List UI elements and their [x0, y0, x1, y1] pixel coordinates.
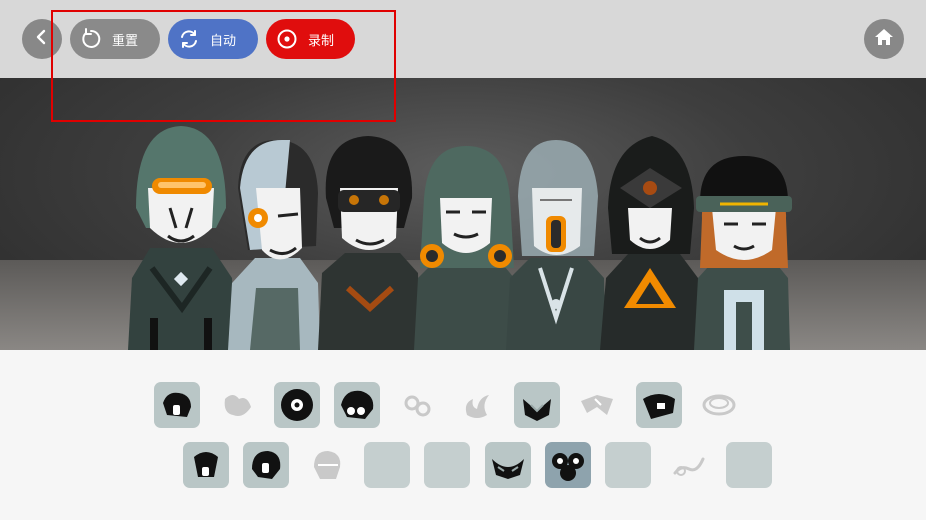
back-button[interactable]: [22, 19, 62, 59]
character-glass-helmet-singer[interactable]: [506, 140, 606, 350]
rings-sound-icon: [404, 395, 431, 417]
sound-slot-12[interactable]: [243, 442, 289, 488]
character-stage: [0, 78, 926, 350]
claw-sound-icon: [465, 395, 489, 418]
sound-slot-3[interactable]: [274, 382, 320, 428]
sound-slot-11[interactable]: [183, 442, 229, 488]
sound-slot-4[interactable]: [334, 382, 380, 428]
auto-label: 自动: [210, 33, 237, 49]
record-label: 录制: [308, 33, 335, 49]
sound-slot-16[interactable]: [485, 442, 531, 488]
sound-slot-14[interactable]: [364, 442, 410, 488]
sound-slot-17[interactable]: [545, 442, 591, 488]
character-hooded-singer[interactable]: [414, 146, 516, 350]
record-icon: [276, 28, 298, 50]
sound-slot-9[interactable]: [636, 382, 682, 428]
disc-sound-icon: [281, 389, 313, 421]
character-sunglasses-singer[interactable]: [318, 136, 420, 350]
rotate-icon: [80, 28, 102, 50]
sound-slot-19[interactable]: [666, 442, 712, 488]
hat-sound-icon: [163, 392, 191, 417]
character-cyborg-singer[interactable]: [228, 140, 320, 350]
character-pyramid-singer[interactable]: [600, 136, 700, 350]
goggles-sound-icon: [552, 453, 584, 481]
sound-slot-10[interactable]: [696, 382, 742, 428]
reset-button[interactable]: 重置: [70, 19, 160, 59]
sound-slot-20[interactable]: [726, 442, 772, 488]
record-button[interactable]: 录制: [266, 19, 355, 59]
sound-slot-1[interactable]: [154, 382, 200, 428]
sound-slot-13[interactable]: [303, 442, 349, 488]
sound-slot-7[interactable]: [514, 382, 560, 428]
skull-sound-icon: [314, 451, 341, 479]
home-icon: [873, 26, 895, 52]
refresh-icon: [178, 28, 200, 50]
wing-sound-icon: [581, 395, 613, 415]
splash-sound-icon: [224, 395, 251, 416]
halo-sound-icon: [702, 394, 736, 416]
cap-sound-icon: [643, 394, 675, 419]
mask-sound-icon: [194, 452, 218, 477]
reset-label: 重置: [112, 33, 139, 49]
sound-tray: [0, 350, 926, 520]
whistle-sound-icon: [673, 457, 705, 476]
home-button[interactable]: [864, 19, 904, 59]
headphones-sound-icon: [341, 390, 374, 419]
auto-button[interactable]: 自动: [168, 19, 258, 59]
character-captain-singer[interactable]: [694, 156, 792, 350]
sound-slot-6[interactable]: [454, 382, 500, 428]
character-visor-singer[interactable]: [128, 126, 236, 350]
visor-sound-icon: [492, 459, 524, 479]
sound-slot-8[interactable]: [574, 382, 620, 428]
sound-slot-15[interactable]: [424, 442, 470, 488]
collar-sound-icon: [523, 399, 551, 421]
sound-slot-5[interactable]: [394, 382, 440, 428]
top-toolbar: 重置 自动 录制: [0, 0, 926, 78]
sound-slot-2[interactable]: [214, 382, 260, 428]
sound-slot-18[interactable]: [605, 442, 651, 488]
chevron-left-icon: [33, 28, 51, 50]
helmet-sound-icon: [252, 451, 281, 479]
